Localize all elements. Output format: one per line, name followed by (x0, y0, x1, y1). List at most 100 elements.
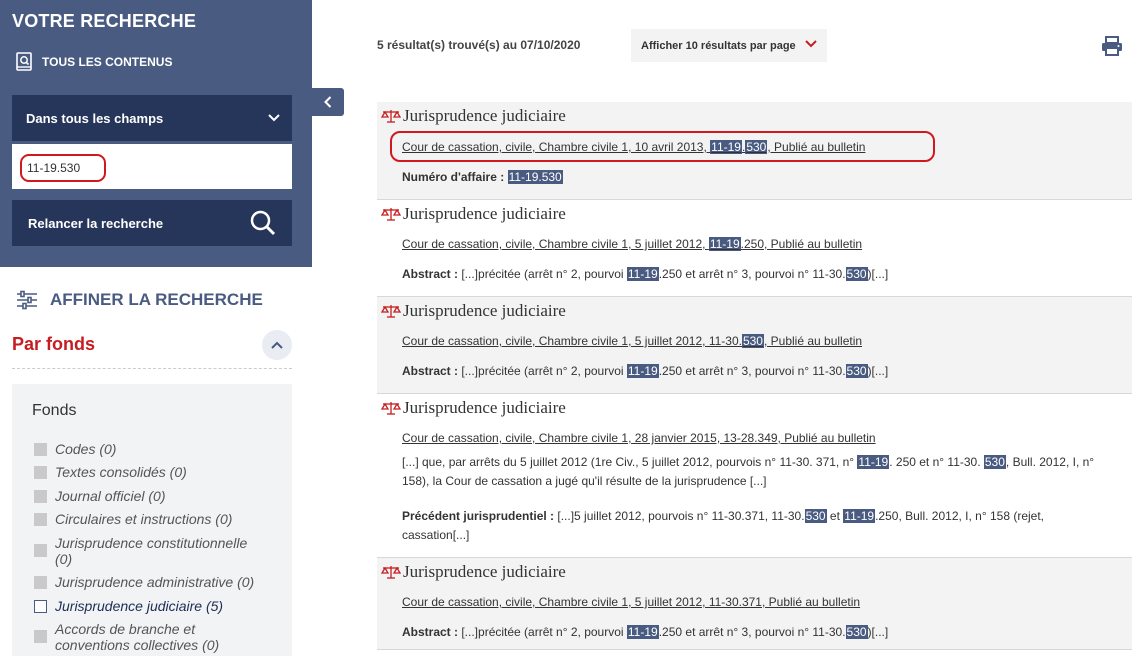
result-link[interactable]: Cour de cassation, civile, Chambre civil… (402, 431, 876, 445)
seg: )[...] (867, 625, 889, 639)
checkbox[interactable] (34, 513, 47, 526)
result-item: Jurisprudence judiciaire Cour de cassati… (377, 558, 1132, 650)
highlight: 11-19 (710, 140, 742, 154)
highlight: 530 (845, 364, 868, 378)
fonds-item[interactable]: Accords de branche et conventions collec… (34, 621, 224, 653)
result-link[interactable]: Cour de cassation, civile, Chambre civil… (402, 140, 865, 154)
fonds-item-count: (0) (148, 488, 166, 504)
result-item: Jurisprudence judiciaire Cour de cassati… (377, 394, 1132, 558)
fonds-item-label: Journal officiel (55, 488, 145, 504)
field-select[interactable]: Dans tous les champs (12, 95, 292, 141)
fonds-item-label: Accords de branche et conventions collec… (55, 621, 199, 653)
highlight: 530 (845, 267, 868, 281)
book-search-icon (16, 52, 32, 71)
result-item: Jurisprudence judiciaire Cour de cassati… (377, 297, 1132, 394)
checkbox[interactable] (34, 630, 47, 643)
checkbox[interactable] (34, 576, 47, 589)
result-excerpt: [...] que, par arrêts du 5 juillet 2012 … (402, 453, 1114, 491)
result-meta: Précédent jurisprudentiel : [...]5 juill… (402, 507, 1114, 545)
result-link[interactable]: Cour de cassation, civile, Chambre civil… (402, 334, 862, 348)
fonds-item-label: Jurisprudence judiciaire (55, 598, 203, 614)
fonds-item-label: Codes (55, 441, 96, 457)
seg: Cour de cassation, civile, Chambre civil… (402, 595, 861, 609)
result-meta: Abstract : [...]précitée (arrêt n° 2, po… (402, 364, 888, 378)
scales-icon (381, 110, 401, 123)
sliders-icon (17, 290, 37, 310)
scales-icon (381, 566, 401, 579)
scales-icon (381, 402, 401, 415)
result-meta: Abstract : [...]précitée (arrêt n° 2, po… (402, 625, 888, 639)
seg: et (826, 509, 844, 523)
seg: , Publié au bulletin (763, 334, 863, 348)
meta-label: Abstract : (402, 364, 459, 378)
seg: [...]précitée (arrêt n° 2, pourvoi (458, 364, 627, 378)
fonds-item-count: (0) (55, 551, 73, 567)
fonds-item-label: Jurisprudence administrative (55, 574, 234, 590)
chevron-down-icon (805, 40, 817, 48)
search-icon (250, 210, 276, 236)
fonds-item[interactable]: Circulaires et instructions (0) (34, 511, 232, 527)
fonds-item[interactable]: Codes (0) (34, 441, 116, 457)
search-input[interactable] (20, 154, 106, 182)
fonds-label: Fonds (32, 402, 77, 419)
checkbox[interactable] (34, 544, 47, 557)
par-fonds-heading: Par fonds (12, 334, 96, 354)
result-type: Jurisprudence judiciaire (381, 398, 566, 418)
result-item: Jurisprudence judiciaire Cour de cassati… (377, 102, 1132, 200)
result-link[interactable]: Cour de cassation, civile, Chambre civil… (402, 237, 862, 251)
highlight: 530 (804, 509, 827, 523)
toggle-fonds-button[interactable] (262, 330, 292, 360)
result-meta: Numéro d'affaire : 11-19.530 (402, 170, 563, 184)
highlight: 530 (741, 334, 764, 348)
fonds-item-count: (0) (237, 574, 255, 590)
meta-label: Abstract : (402, 267, 459, 281)
highlight: 11-19 (626, 625, 659, 639)
result-type: Jurisprudence judiciaire (381, 106, 566, 126)
highlight: 11-19.530 (507, 170, 563, 184)
print-button[interactable] (1101, 36, 1123, 61)
fonds-item[interactable]: Textes consolidés (0) (34, 464, 187, 480)
fonds-item-label: Circulaires et instructions (55, 511, 212, 527)
fonds-item-label: Jurisprudence constitutionnelle (55, 535, 248, 551)
fonds-item-count: (0) (99, 441, 117, 457)
fonds-item-count: (5) (205, 598, 224, 614)
print-icon (1102, 36, 1122, 56)
per-page-label: Afficher 10 résultats par page (641, 39, 796, 52)
seg: )[...] (867, 364, 889, 378)
seg: [...] que, par arrêts du 5 juillet 2012 … (402, 455, 858, 469)
checkbox[interactable] (34, 443, 47, 456)
result-type-label: Jurisprudence judiciaire (403, 562, 566, 581)
scales-icon (381, 305, 401, 318)
highlight: 11-19 (626, 364, 659, 378)
fonds-item-active[interactable]: Jurisprudence judiciaire (5) (34, 598, 223, 614)
fonds-item[interactable]: Jurisprudence constitutionnelle (0) (34, 535, 254, 567)
seg: Cour de cassation, civile, Chambre civil… (402, 237, 709, 251)
fonds-filter-box: Fonds Codes (0) Textes consolidés (0) Jo… (12, 384, 292, 656)
seg: [...]précitée (arrêt n° 2, pourvoi (458, 625, 627, 639)
highlight: 11-19 (626, 267, 659, 281)
fonds-item[interactable]: Jurisprudence administrative (0) (34, 574, 254, 590)
fonds-item[interactable]: Journal officiel (0) (34, 488, 166, 504)
search-input-wrap (12, 144, 292, 189)
chevron-up-icon (271, 341, 283, 349)
field-select-label: Dans tous les champs (26, 110, 164, 126)
all-contents-link[interactable]: TOUS LES CONTENUS (16, 52, 172, 72)
collapse-sidebar-button[interactable] (312, 88, 344, 116)
result-meta: Abstract : [...]précitée (arrêt n° 2, po… (402, 267, 888, 281)
result-type: Jurisprudence judiciaire (381, 204, 566, 224)
chevron-down-icon (268, 114, 280, 122)
meta-label: Abstract : (402, 625, 459, 639)
fonds-item-count: (0) (202, 637, 220, 653)
highlight: 530 (845, 625, 868, 639)
checkbox[interactable] (34, 490, 47, 503)
seg: Cour de cassation, civile, Chambre civil… (402, 334, 742, 348)
seg: Cour de cassation, civile, Chambre civil… (402, 431, 876, 445)
refine-heading: AFFINER LA RECHERCHE (16, 290, 263, 310)
checkbox[interactable] (34, 466, 47, 479)
relaunch-search-button[interactable]: Relancer la recherche (12, 200, 292, 246)
per-page-select[interactable]: Afficher 10 résultats par page (631, 29, 827, 62)
divider (12, 368, 292, 369)
result-link[interactable]: Cour de cassation, civile, Chambre civil… (402, 595, 860, 609)
scales-icon (381, 208, 401, 221)
checkbox[interactable] (34, 600, 47, 613)
